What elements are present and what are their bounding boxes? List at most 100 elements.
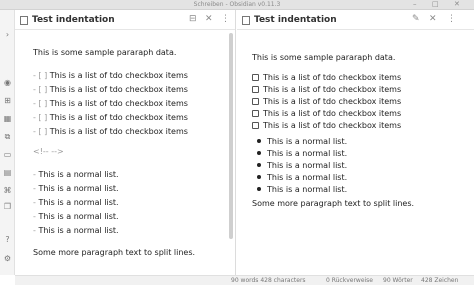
close-window-button[interactable]: ✕ bbox=[454, 0, 460, 9]
bullet-icon bbox=[257, 175, 261, 179]
preview-bullet-item: This is a normal list. bbox=[252, 161, 347, 171]
editor-checkbox-line: - [ ] This is a list of tdo checkbox ite… bbox=[33, 113, 188, 123]
grid-icon[interactable]: ▦ bbox=[0, 114, 15, 124]
preview-checkbox-item: This is a list of tdo checkbox items bbox=[252, 97, 401, 107]
document-icon bbox=[20, 16, 28, 25]
task-checkbox[interactable] bbox=[252, 122, 259, 129]
task-checkbox[interactable] bbox=[252, 98, 259, 105]
list-markup: - bbox=[33, 184, 36, 193]
chevron-right-icon[interactable]: › bbox=[0, 30, 15, 40]
preview-bullet-item: This is a normal list. bbox=[252, 185, 347, 195]
bullet-text: This is a normal list. bbox=[267, 149, 348, 158]
checkbox-text: This is a list of tdo checkbox items bbox=[263, 121, 402, 130]
document-icon bbox=[242, 16, 250, 25]
preview-paragraph: Some more paragraph text to split lines. bbox=[252, 199, 415, 208]
bullet-text: This is a normal list. bbox=[267, 185, 348, 194]
bullet-text: This is a normal list. bbox=[267, 173, 348, 182]
bullet-icon bbox=[257, 187, 261, 191]
preview-paragraph: This is some sample pararaph data. bbox=[252, 53, 396, 62]
editor-list-line: - This is a normal list. bbox=[33, 170, 119, 180]
window-title: Schreiben - Obsidian v0.11.3 bbox=[193, 1, 281, 8]
list-text: This is a normal list. bbox=[38, 212, 119, 221]
bullet-text: This is a normal list. bbox=[267, 161, 348, 170]
editor-comment: <!-- --> bbox=[33, 147, 64, 156]
list-markup: - bbox=[33, 170, 36, 179]
task-checkbox[interactable] bbox=[252, 86, 259, 93]
preview-content: This is some sample pararaph data. This … bbox=[237, 31, 474, 275]
editor-header: Test indentation ⊟ ✕ ⋮ bbox=[15, 10, 235, 30]
task-checkbox[interactable] bbox=[252, 110, 259, 117]
preview-bullet-item: This is a normal list. bbox=[252, 173, 347, 183]
word-count-left: 90 words 428 characters bbox=[231, 277, 306, 284]
preview-checkbox-item: This is a list of tdo checkbox items bbox=[252, 109, 401, 119]
command-icon[interactable]: ⌘ bbox=[0, 186, 15, 196]
list-text: This is a normal list. bbox=[38, 226, 119, 235]
calendar-icon[interactable]: ▭ bbox=[0, 150, 15, 160]
list-markup: - bbox=[33, 226, 36, 235]
status-bar: 90 words 428 characters 0 Rückverweise 9… bbox=[15, 275, 474, 285]
char-count-right: 428 Zeichen bbox=[421, 277, 459, 284]
document-icon[interactable]: ▤ bbox=[0, 168, 15, 178]
checkbox-text: This is a list of tdo checkbox items bbox=[263, 109, 402, 118]
settings-icon[interactable]: ⚙ bbox=[0, 254, 15, 264]
editor-list-line: - This is a normal list. bbox=[33, 226, 119, 236]
editor-list-line: - This is a normal list. bbox=[33, 184, 119, 194]
checkbox-text: This is a list of tdo checkbox items bbox=[49, 127, 188, 136]
copy-icon[interactable]: ❐ bbox=[0, 202, 15, 212]
editor-checkbox-line: - [ ] This is a list of tdo checkbox ite… bbox=[33, 127, 188, 137]
files-icon[interactable]: ⧉ bbox=[0, 132, 15, 142]
checkbox-text: This is a list of tdo checkbox items bbox=[49, 85, 188, 94]
word-count-right: 90 Wörter bbox=[383, 277, 413, 284]
editor-paragraph: Some more paragraph text to split lines. bbox=[33, 248, 196, 257]
editor-list-line: - This is a normal list. bbox=[33, 212, 119, 222]
preview-checkbox-item: This is a list of tdo checkbox items bbox=[252, 85, 401, 95]
left-ribbon: › ◉ ⊞ ▦ ⧉ ▭ ▤ ⌘ ❐ ? ⚙ bbox=[0, 10, 15, 275]
list-text: This is a normal list. bbox=[38, 170, 119, 179]
preview-bullet-item: This is a normal list. bbox=[252, 137, 347, 147]
editor-pane: Test indentation ⊟ ✕ ⋮ This is some samp… bbox=[15, 10, 236, 275]
task-checkbox[interactable] bbox=[252, 74, 259, 81]
more-options-icon[interactable]: ⋮ bbox=[221, 14, 230, 25]
bullet-text: This is a normal list. bbox=[267, 137, 348, 146]
preview-checkbox-item: This is a list of tdo checkbox items bbox=[252, 73, 401, 83]
list-text: This is a normal list. bbox=[38, 184, 119, 193]
preview-bullet-item: This is a normal list. bbox=[252, 149, 347, 159]
more-options-icon[interactable]: ⋮ bbox=[447, 14, 456, 25]
window-titlebar: Schreiben - Obsidian v0.11.3 – □ ✕ bbox=[0, 0, 474, 10]
preview-title[interactable]: Test indentation bbox=[254, 15, 337, 25]
checkbox-markup: - [ ] bbox=[33, 127, 48, 136]
reading-view-icon[interactable]: ⊟ bbox=[189, 14, 197, 25]
editor-content[interactable]: This is some sample pararaph data. - [ ]… bbox=[15, 31, 235, 275]
backlinks-count[interactable]: 0 Rückverweise bbox=[326, 277, 373, 285]
maximize-button[interactable]: □ bbox=[432, 0, 439, 9]
editor-list-line: - This is a normal list. bbox=[33, 198, 119, 208]
checkbox-markup: - [ ] bbox=[33, 71, 48, 80]
edit-icon[interactable]: ✎ bbox=[412, 14, 420, 25]
editor-title[interactable]: Test indentation bbox=[32, 15, 115, 25]
list-markup: - bbox=[33, 212, 36, 221]
preview-pane: Test indentation ✎ ✕ ⋮ This is some samp… bbox=[237, 10, 474, 275]
preview-checkbox-item: This is a list of tdo checkbox items bbox=[252, 121, 401, 131]
checkbox-text: This is a list of tdo checkbox items bbox=[263, 85, 402, 94]
checkbox-markup: - [ ] bbox=[33, 113, 48, 122]
editor-scrollbar[interactable] bbox=[229, 33, 233, 239]
close-pane-icon[interactable]: ✕ bbox=[205, 14, 213, 25]
checkbox-text: This is a list of tdo checkbox items bbox=[49, 99, 188, 108]
minimize-button[interactable]: – bbox=[413, 0, 417, 9]
checkbox-text: This is a list of tdo checkbox items bbox=[49, 113, 188, 122]
editor-checkbox-line: - [ ] This is a list of tdo checkbox ite… bbox=[33, 99, 188, 109]
checkbox-text: This is a list of tdo checkbox items bbox=[263, 97, 402, 106]
checkbox-markup: - [ ] bbox=[33, 85, 48, 94]
search-icon[interactable]: ◉ bbox=[0, 78, 15, 88]
close-pane-icon[interactable]: ✕ bbox=[429, 14, 437, 25]
list-markup: - bbox=[33, 198, 36, 207]
editor-paragraph: This is some sample pararaph data. bbox=[33, 48, 177, 57]
editor-checkbox-line: - [ ] This is a list of tdo checkbox ite… bbox=[33, 71, 188, 81]
help-icon[interactable]: ? bbox=[0, 235, 15, 245]
graph-icon[interactable]: ⊞ bbox=[0, 96, 15, 106]
bullet-icon bbox=[257, 163, 261, 167]
checkbox-markup: - [ ] bbox=[33, 99, 48, 108]
editor-checkbox-line: - [ ] This is a list of tdo checkbox ite… bbox=[33, 85, 188, 95]
checkbox-text: This is a list of tdo checkbox items bbox=[263, 73, 402, 82]
list-text: This is a normal list. bbox=[38, 198, 119, 207]
